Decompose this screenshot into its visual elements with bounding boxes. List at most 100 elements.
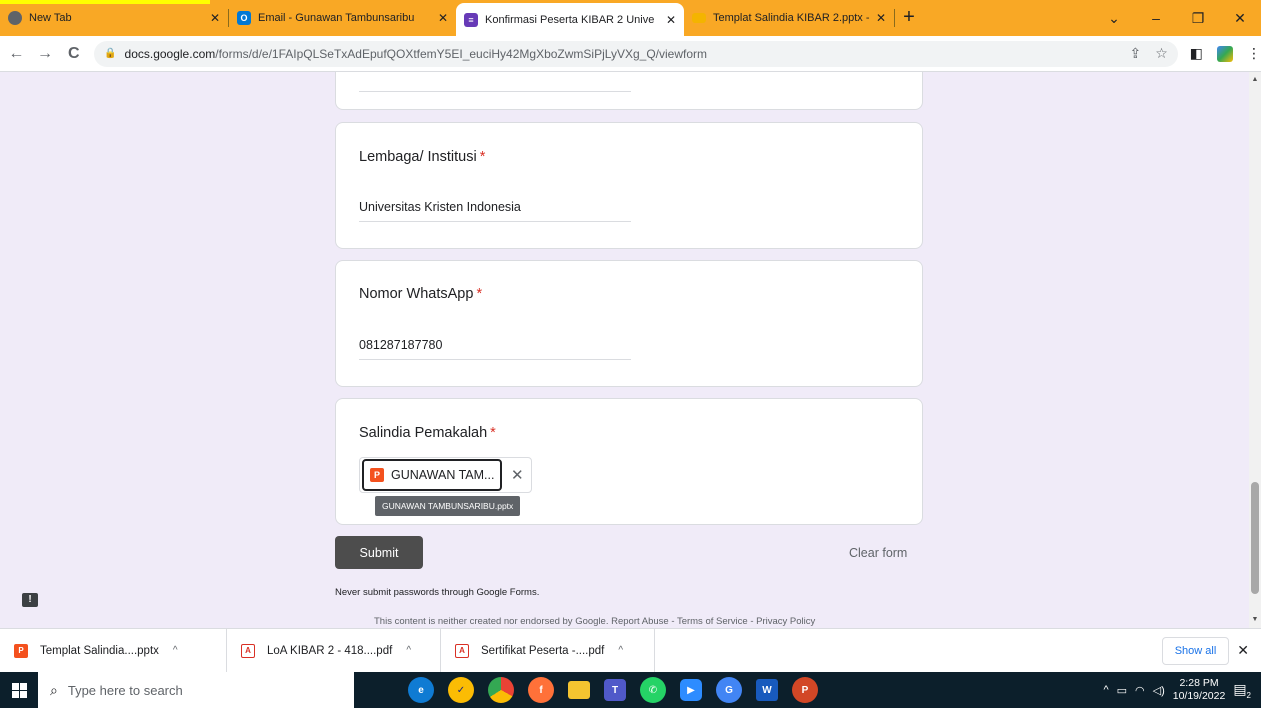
file-name-tooltip: GUNAWAN TAMBUNSARIBU.pptx	[375, 496, 521, 516]
slides-icon	[692, 13, 706, 23]
download-file-name: Sertifikat Peserta -....pdf	[481, 644, 605, 657]
url-host: docs.google.com	[124, 46, 216, 61]
submit-button[interactable]: Submit	[335, 536, 423, 569]
battery-icon[interactable]: ▭	[1117, 684, 1127, 697]
scroll-up-arrow-icon[interactable]: ▲	[1249, 74, 1261, 86]
bookmark-star-icon[interactable]: ☆	[1155, 45, 1168, 62]
lock-icon[interactable]: 🔒	[104, 48, 116, 59]
zoom-icon[interactable]: ▶	[680, 679, 702, 701]
download-file-name: LoA KIBAR 2 - 418....pdf	[267, 644, 393, 657]
new-tab-button[interactable]: +	[895, 6, 923, 29]
question-title: Salindia Pemakalah *	[359, 425, 496, 441]
close-icon[interactable]: ✕	[438, 11, 448, 25]
clear-form-button[interactable]: Clear form	[849, 546, 907, 560]
close-icon[interactable]: ✕	[666, 13, 676, 27]
wifi-icon[interactable]: ◠	[1135, 684, 1145, 697]
time: 2:28 PM	[1179, 677, 1219, 689]
required-mark: *	[476, 286, 483, 302]
search-icon: ⌕	[50, 681, 58, 698]
address-bar[interactable]: 🔒 docs.google.com/forms/d/e/1FAIpQLSeTxA…	[94, 40, 1178, 67]
file-explorer-icon[interactable]	[568, 681, 590, 699]
tab-title: Email - Gunawan Tambunsaribu	[258, 12, 415, 24]
pdf-file-icon: A	[455, 643, 469, 658]
required-mark: *	[479, 149, 486, 165]
teams-icon[interactable]: T	[604, 679, 626, 701]
pinned-apps: e ✓ f T ✆ ▶ G W P	[408, 677, 818, 703]
volume-icon[interactable]: ◁)	[1153, 684, 1165, 697]
question-title: Nomor WhatsApp *	[359, 286, 483, 302]
pdf-file-icon: A	[241, 643, 255, 658]
back-icon[interactable]: ←	[4, 41, 29, 67]
question-card-institusi: Lembaga/ Institusi * Universitas Kristen …	[335, 122, 923, 249]
chevron-up-icon[interactable]: ^	[1103, 684, 1108, 696]
institusi-input[interactable]: Universitas Kristen Indonesia	[359, 200, 631, 222]
tab-search-icon[interactable]: ⌄	[1093, 0, 1135, 36]
taskbar-search[interactable]: ⌕ Type here to search	[38, 672, 354, 708]
reload-icon[interactable]: C	[61, 41, 86, 67]
tab-title: Templat Salindia KIBAR 2.pptx - G	[713, 12, 870, 24]
password-warning: Never submit passwords through Google Fo…	[335, 587, 540, 598]
tab-konfirmasi[interactable]: ≡ Konfirmasi Peserta KIBAR 2 Unive ✕	[456, 3, 684, 36]
download-item[interactable]: A LoA KIBAR 2 - 418....pdf ^	[227, 628, 441, 673]
minimize-icon[interactable]: –	[1135, 0, 1177, 36]
whatsapp-icon[interactable]: ✆	[640, 677, 666, 703]
scrollbar-thumb[interactable]	[1251, 482, 1259, 594]
powerpoint-icon[interactable]: P	[792, 677, 818, 703]
remove-file-icon[interactable]: ✕	[511, 466, 524, 484]
close-icon[interactable]: ✕	[210, 11, 220, 25]
chevron-up-icon[interactable]: ^	[173, 645, 178, 656]
chrome-icon	[8, 11, 22, 25]
edge-icon[interactable]: e	[408, 677, 434, 703]
tab-new-tab[interactable]: New Tab ✕	[0, 3, 228, 33]
tab-title: New Tab	[29, 12, 72, 24]
scroll-down-arrow-icon[interactable]: ▼	[1249, 614, 1261, 626]
notification-icon[interactable]: ▤2	[1233, 681, 1251, 700]
report-feedback-icon[interactable]: !	[22, 593, 38, 607]
search-placeholder: Type here to search	[67, 682, 183, 698]
word-icon[interactable]: W	[756, 679, 778, 701]
tab-templat[interactable]: Templat Salindia KIBAR 2.pptx - G ✕	[684, 3, 894, 33]
file-open-link[interactable]: P GUNAWAN TAM...	[362, 459, 502, 491]
chevron-up-icon[interactable]: ^	[406, 645, 411, 656]
tab-strip: New Tab ✕ O Email - Gunawan Tambunsaribu…	[0, 0, 1261, 36]
uploaded-file-chip: P GUNAWAN TAM... ✕	[359, 457, 532, 493]
forms-icon: ≡	[464, 12, 478, 27]
question-card-salindia: Salindia Pemakalah * P GUNAWAN TAM... ✕ G…	[335, 398, 923, 525]
chrome-profile-icon[interactable]: G	[716, 677, 742, 703]
file-name: GUNAWAN TAM...	[391, 468, 495, 482]
close-download-bar-icon[interactable]: ✕	[1237, 642, 1249, 659]
close-icon[interactable]: ✕	[876, 11, 886, 25]
share-icon[interactable]: ⇪	[1129, 45, 1141, 62]
windows-taskbar: ⌕ Type here to search e ✓ f T ✆ ▶ G W P …	[0, 672, 1261, 708]
download-item[interactable]: P Templat Salindia....pptx ^	[0, 628, 227, 673]
show-all-downloads-button[interactable]: Show all	[1161, 636, 1230, 665]
clock[interactable]: 2:28 PM 10/19/2022	[1173, 677, 1226, 703]
close-window-icon[interactable]: ✕	[1219, 0, 1261, 36]
chrome-icon[interactable]	[488, 677, 514, 703]
required-mark: *	[490, 425, 496, 441]
norton-icon[interactable]: ✓	[448, 677, 474, 703]
menu-kebab-icon[interactable]: ⋮	[1247, 45, 1261, 62]
date: 10/19/2022	[1172, 690, 1226, 702]
url-path: /forms/d/e/1FAIpQLSeTxAdEpufQOXtfemY5EI_…	[215, 46, 708, 61]
previous-answer-line	[359, 91, 631, 92]
forward-icon[interactable]: →	[33, 41, 58, 67]
whatsapp-input[interactable]: 081287187780	[359, 338, 631, 360]
extension-icon[interactable]	[1216, 45, 1233, 62]
tab-title: Konfirmasi Peserta KIBAR 2 Unive	[485, 13, 655, 26]
restore-icon[interactable]: ❐	[1177, 0, 1219, 36]
side-panel-icon[interactable]: ◧	[1190, 45, 1203, 62]
download-item[interactable]: A Sertifikat Peserta -....pdf ^	[441, 628, 655, 673]
vertical-scrollbar[interactable]: ▲ ▼	[1249, 72, 1261, 628]
download-bar: P Templat Salindia....pptx ^ A LoA KIBAR…	[0, 628, 1261, 673]
firefox-icon[interactable]: f	[528, 677, 554, 703]
chevron-up-icon[interactable]: ^	[618, 645, 623, 656]
start-button[interactable]	[0, 672, 38, 708]
notification-count: 2	[1246, 690, 1251, 700]
question-card-whatsapp: Nomor WhatsApp * 081287187780	[335, 260, 923, 387]
system-tray: ^ ▭ ◠ ◁) 2:28 PM 10/19/2022 ▤2	[1103, 677, 1251, 703]
window-controls: ⌄ – ❐ ✕	[1093, 0, 1261, 36]
previous-question-card	[335, 72, 923, 110]
tab-email[interactable]: O Email - Gunawan Tambunsaribu ✕	[229, 3, 456, 33]
browser-toolbar: ← → C 🔒 docs.google.com/forms/d/e/1FAIpQ…	[0, 36, 1261, 72]
